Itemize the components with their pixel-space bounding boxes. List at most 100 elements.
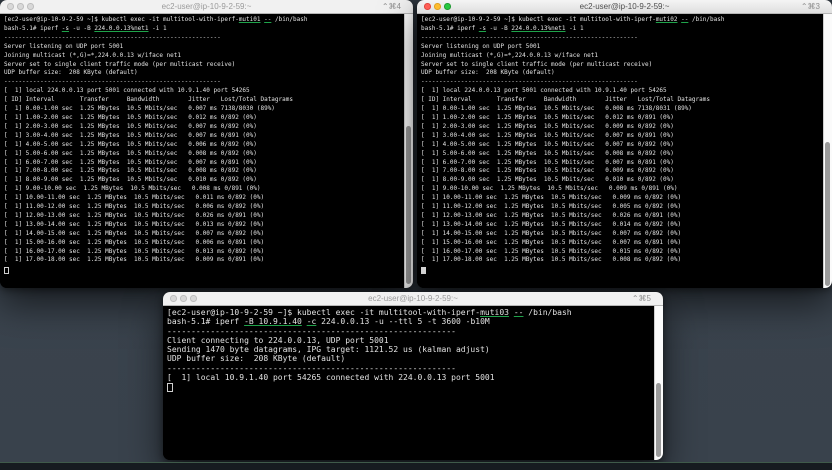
- terminal-text-segment: [ ID] Interval Transfer Bandwidth Jitter…: [421, 96, 710, 104]
- terminal-line: [ 1] 9.00-10.00 sec 1.25 MBytes 10.5 Mbi…: [421, 185, 822, 194]
- terminal-text-segment: [ 1] 10.00-11.00 sec 1.25 MBytes 10.5 Mb…: [421, 194, 682, 202]
- terminal-line: ----------------------------------------…: [167, 364, 653, 373]
- window-title: ec2-user@ip-10-9-2-59:~: [368, 294, 458, 303]
- terminal-line: [ 1] 10.00-11.00 sec 1.25 MBytes 10.5 Mb…: [4, 194, 403, 203]
- terminal-line: [ 1] 11.00-12.00 sec 1.25 MBytes 10.5 Mb…: [4, 203, 403, 212]
- terminal-text-segment: 224.0.0.13 -u --ttl 5 -t 3600 -b10M: [316, 317, 490, 327]
- terminal-text-segment: ----------------------------------------…: [421, 78, 638, 86]
- terminal-line: [ 1] 7.00-8.00 sec 1.25 MBytes 10.5 Mbit…: [421, 167, 822, 176]
- titlebar[interactable]: ec2-user@ip-10-9-2-59:~ ⌃⌘4: [0, 0, 413, 14]
- terminal-line: [ 1] 16.00-17.00 sec 1.25 MBytes 10.5 Mb…: [4, 248, 403, 257]
- terminal-text-segment: Joining multicast (*,G)=*,224.0.0.13 w/i…: [4, 51, 182, 59]
- terminal-text-segment: [ 1] 3.00-4.00 sec 1.25 MBytes 10.5 Mbit…: [4, 131, 257, 139]
- terminal-text-segment: Server set to single client traffic mode…: [421, 60, 653, 68]
- terminal-text-segment: Joining multicast (*,G)=*,224.0.0.13 w/i…: [421, 51, 599, 59]
- terminal-text-segment: muti03: [480, 308, 509, 317]
- terminal-text-segment: [ 1] 8.00-9.00 sec 1.25 MBytes 10.5 Mbit…: [4, 176, 257, 184]
- terminal-line: [ec2-user@ip-10-9-2-59 ~]$ kubectl exec …: [167, 308, 653, 317]
- terminal-output[interactable]: [ec2-user@ip-10-9-2-59 ~]$ kubectl exec …: [421, 16, 822, 288]
- scrollbar-thumb[interactable]: [406, 126, 411, 284]
- terminal-text-segment: [ 1] 0.00-1.00 sec 1.25 MBytes 10.5 Mbit…: [421, 105, 692, 113]
- terminal-text-segment: Server listening on UDP port 5001: [421, 42, 541, 50]
- terminal-line: [ 1] 4.00-5.00 sec 1.25 MBytes 10.5 Mbit…: [421, 141, 822, 150]
- terminal-line: [ 1] local 224.0.0.13 port 5001 connecte…: [4, 87, 403, 96]
- terminal-line: [421, 265, 822, 275]
- terminal-line: Joining multicast (*,G)=*,224.0.0.13 w/i…: [4, 52, 403, 61]
- terminal-text-segment: bash-5.1# iperf: [4, 24, 62, 32]
- terminal-line: [ ID] Interval Transfer Bandwidth Jitter…: [421, 96, 822, 105]
- terminal-line: [ 1] 9.00-10.00 sec 1.25 MBytes 10.5 Mbi…: [4, 185, 403, 194]
- terminal-line: [ 1] 6.00-7.00 sec 1.25 MBytes 10.5 Mbit…: [4, 159, 403, 168]
- terminal-text-segment: [ 1] 17.00-18.00 sec 1.25 MBytes 10.5 Mb…: [4, 256, 265, 264]
- terminal-line: Server set to single client traffic mode…: [421, 61, 822, 70]
- terminal-text-segment: -s: [61, 24, 70, 32]
- titlebar[interactable]: ec2-user@ip-10-9-2-59:~ ⌃⌘3: [417, 0, 832, 14]
- terminal-line: [ 1] 12.00-13.00 sec 1.25 MBytes 10.5 Mb…: [421, 212, 822, 221]
- terminal-line: bash-5.1# iperf -B 10.9.1.40 -c 224.0.0.…: [167, 317, 653, 326]
- terminal-text-segment: /bin/bash: [271, 16, 308, 23]
- terminal-line: [ 1] 6.00-7.00 sec 1.25 MBytes 10.5 Mbit…: [421, 159, 822, 168]
- terminal-text-segment: [ 1] 11.00-12.00 sec 1.25 MBytes 10.5 Mb…: [4, 203, 265, 211]
- terminal-text-segment: [ec2-user@ip-10-9-2-59 ~]$ kubectl exec …: [4, 16, 239, 23]
- terminal-text-segment: -u -B: [486, 24, 512, 32]
- terminal-output[interactable]: [ec2-user@ip-10-9-2-59 ~]$ kubectl exec …: [4, 16, 403, 288]
- scrollbar[interactable]: [823, 14, 832, 288]
- terminal-line: [ 1] 16.00-17.00 sec 1.25 MBytes 10.5 Mb…: [421, 248, 822, 257]
- terminal-text-segment: 224.0.0.13%net1: [511, 24, 566, 32]
- desktop-bottom-edge: [0, 462, 832, 470]
- terminal-line: [ 1] 15.00-16.00 sec 1.25 MBytes 10.5 Mb…: [4, 239, 403, 248]
- terminal-text-segment: [ 1] 9.00-10.00 sec 1.25 MBytes 10.5 Mbi…: [4, 185, 261, 193]
- window-shortcut-badge: ⌃⌘4: [381, 2, 401, 11]
- terminal-text-segment: [ 1] 13.00-14.00 sec 1.25 MBytes 10.5 Mb…: [421, 220, 682, 228]
- terminal-text-segment: -s: [478, 24, 487, 32]
- terminal-cursor: [167, 383, 173, 392]
- terminal-line: [ 1] 5.00-6.00 sec 1.25 MBytes 10.5 Mbit…: [421, 150, 822, 159]
- terminal-text-segment: [ 1] 1.00-2.00 sec 1.25 MBytes 10.5 Mbit…: [4, 113, 257, 121]
- terminal-text-segment: [ 1] 7.00-8.00 sec 1.25 MBytes 10.5 Mbit…: [4, 167, 257, 175]
- titlebar[interactable]: ec2-user@ip-10-9-2-59:~ ⌃⌘5: [163, 292, 663, 306]
- terminal-text-segment: [ 1] 15.00-16.00 sec 1.25 MBytes 10.5 Mb…: [4, 238, 265, 246]
- terminal-line: [ 1] 0.00-1.00 sec 1.25 MBytes 10.5 Mbit…: [4, 105, 403, 114]
- desktop: ec2-user@ip-10-9-2-59:~ ⌃⌘4 [ec2-user@ip…: [0, 0, 832, 470]
- terminal-text-segment: [ 1] 10.00-11.00 sec 1.25 MBytes 10.5 Mb…: [4, 194, 265, 202]
- terminal-line: bash-5.1# iperf -s -u -B 224.0.0.13%net1…: [421, 25, 822, 34]
- terminal-text-segment: [ 1] 2.00-3.00 sec 1.25 MBytes 10.5 Mbit…: [4, 122, 257, 130]
- terminal-line: [ ID] Interval Transfer Bandwidth Jitter…: [4, 96, 403, 105]
- terminal-text-segment: [ 1] 0.00-1.00 sec 1.25 MBytes 10.5 Mbit…: [4, 105, 275, 113]
- terminal-line: [ 1] 1.00-2.00 sec 1.25 MBytes 10.5 Mbit…: [4, 114, 403, 123]
- terminal-text-segment: [ 1] 8.00-9.00 sec 1.25 MBytes 10.5 Mbit…: [421, 176, 674, 184]
- terminal-text-segment: ----------------------------------------…: [167, 363, 456, 373]
- terminal-text-segment: 224.0.0.13%net1: [94, 24, 149, 32]
- scrollbar-thumb[interactable]: [825, 142, 830, 286]
- terminal-text-segment: [ 1] 17.00-18.00 sec 1.25 MBytes 10.5 Mb…: [421, 256, 682, 264]
- terminal-output[interactable]: [ec2-user@ip-10-9-2-59 ~]$ kubectl exec …: [167, 308, 653, 460]
- terminal-cursor: [4, 266, 9, 275]
- terminal-line: [ 1] local 224.0.0.13 port 5001 connecte…: [421, 87, 822, 96]
- terminal-line: [167, 382, 653, 392]
- terminal-line: Sending 1470 byte datagrams, IPG target:…: [167, 345, 653, 354]
- scrollbar-thumb[interactable]: [656, 383, 661, 457]
- terminal-text-segment: [ 1] 6.00-7.00 sec 1.25 MBytes 10.5 Mbit…: [421, 158, 674, 166]
- terminal-line: [ 1] 0.00-1.00 sec 1.25 MBytes 10.5 Mbit…: [421, 105, 822, 114]
- terminal-line: [ 1] 3.00-4.00 sec 1.25 MBytes 10.5 Mbit…: [421, 132, 822, 141]
- window-shortcut-badge: ⌃⌘5: [631, 294, 651, 303]
- terminal-content: [ec2-user@ip-10-9-2-59 ~]$ kubectl exec …: [417, 14, 832, 288]
- terminal-text-segment: bash-5.1# iperf: [421, 24, 479, 32]
- terminal-text-segment: /bin/bash: [688, 16, 725, 23]
- terminal-text-segment: [ 1] 7.00-8.00 sec 1.25 MBytes 10.5 Mbit…: [421, 167, 674, 175]
- terminal-text-segment: ----------------------------------------…: [4, 33, 221, 41]
- terminal-text-segment: --: [513, 308, 524, 317]
- window-title: ec2-user@ip-10-9-2-59:~: [579, 2, 670, 11]
- scrollbar[interactable]: [654, 306, 663, 460]
- terminal-text-segment: -c: [306, 317, 317, 327]
- terminal-text-segment: [ec2-user@ip-10-9-2-59 ~]$ kubectl exec …: [167, 308, 481, 317]
- terminal-line: ----------------------------------------…: [421, 78, 822, 87]
- terminal-line: Joining multicast (*,G)=*,224.0.0.13 w/i…: [421, 52, 822, 61]
- terminal-line: [ 1] 2.00-3.00 sec 1.25 MBytes 10.5 Mbit…: [4, 123, 403, 132]
- terminal-line: [ 1] 13.00-14.00 sec 1.25 MBytes 10.5 Mb…: [4, 221, 403, 230]
- terminal-line: [ 1] local 10.9.1.40 port 54265 connecte…: [167, 373, 653, 382]
- terminal-text-segment: /bin/bash: [523, 308, 572, 317]
- window-title: ec2-user@ip-10-9-2-59:~: [161, 2, 252, 11]
- terminal-window-muti03: ec2-user@ip-10-9-2-59:~ ⌃⌘5 [ec2-user@ip…: [163, 292, 663, 460]
- scrollbar[interactable]: [404, 14, 413, 288]
